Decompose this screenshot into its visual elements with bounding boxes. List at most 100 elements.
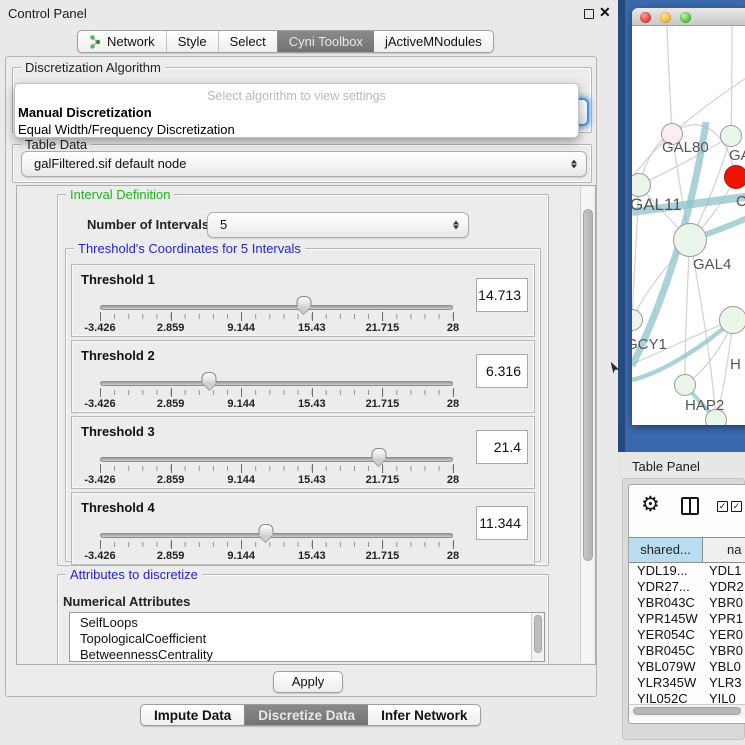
cell[interactable]: YDR27... bbox=[629, 579, 703, 595]
table-row[interactable]: YLR345WYLR3 bbox=[629, 675, 745, 691]
major-tick bbox=[453, 540, 454, 549]
tab-label: jActiveMNodules bbox=[385, 34, 482, 49]
threshold-value-field[interactable] bbox=[476, 278, 528, 312]
close-icon[interactable]: ✕ bbox=[599, 4, 611, 21]
cell[interactable]: YBR0 bbox=[703, 595, 745, 611]
list-item[interactable]: TopologicalCoefficient bbox=[80, 631, 544, 647]
columns-icon[interactable] bbox=[681, 497, 699, 515]
zoom-traffic-light-icon[interactable] bbox=[680, 12, 691, 23]
network-node[interactable] bbox=[720, 125, 742, 147]
cell[interactable]: YBR0 bbox=[703, 643, 745, 659]
slider-thumb[interactable] bbox=[371, 448, 386, 465]
cell[interactable]: YBR043C bbox=[629, 595, 703, 611]
slider-thumb[interactable] bbox=[296, 296, 311, 313]
tick-label: 2.859 bbox=[157, 550, 185, 562]
scrollbar-thumb[interactable] bbox=[633, 707, 741, 715]
table-row[interactable]: YDR27...YDR2 bbox=[629, 579, 745, 595]
cell[interactable]: YLR3 bbox=[703, 675, 745, 691]
tab-label: Style bbox=[178, 34, 207, 49]
group-title: Discretization Algorithm bbox=[21, 61, 165, 74]
threshold-value-field[interactable] bbox=[476, 354, 528, 388]
network-node-selected[interactable] bbox=[724, 165, 745, 189]
cell[interactable]: YPR145W bbox=[629, 611, 703, 627]
column-header-shared[interactable]: shared... bbox=[629, 538, 703, 562]
cell[interactable]: YDL1 bbox=[703, 563, 745, 579]
slider-track[interactable] bbox=[100, 305, 453, 310]
network-window-titlebar[interactable] bbox=[632, 8, 745, 26]
table-data-combobox[interactable]: galFiltered.sif default node bbox=[21, 151, 587, 177]
network-node[interactable] bbox=[719, 306, 745, 334]
cell[interactable]: YER054C bbox=[629, 627, 703, 643]
close-traffic-light-icon[interactable] bbox=[640, 12, 651, 23]
threshold-3-slider[interactable]: -3.4262.8599.14415.4321.71528 bbox=[100, 417, 453, 488]
tab-network[interactable]: Network bbox=[78, 31, 166, 52]
major-tick bbox=[382, 464, 383, 473]
apply-button[interactable]: Apply bbox=[273, 671, 343, 693]
gear-icon[interactable]: ⚙ bbox=[641, 492, 660, 517]
table-row[interactable]: YPR145WYPR1 bbox=[629, 611, 745, 627]
threshold-1-slider[interactable]: -3.4262.8599.14415.4321.71528 bbox=[100, 265, 453, 336]
cell[interactable]: YBL0 bbox=[703, 659, 745, 675]
table-row[interactable]: YER054CYER0 bbox=[629, 627, 745, 643]
float-window-icon[interactable] bbox=[584, 9, 594, 19]
network-node[interactable] bbox=[674, 374, 696, 396]
network-canvas[interactable]: GAL80 GA GAL11 GAL4 GCY1 H HAP2 C bbox=[632, 26, 745, 425]
network-node[interactable] bbox=[673, 223, 707, 257]
tick-label: -3.426 bbox=[84, 322, 115, 334]
threshold-value-field[interactable] bbox=[476, 506, 528, 540]
network-window: GAL80 GA GAL11 GAL4 GCY1 H HAP2 C bbox=[632, 8, 745, 425]
tick-label: 15.43 bbox=[298, 550, 326, 562]
checkbox-icon[interactable]: ✓ bbox=[717, 501, 728, 512]
slider-track[interactable] bbox=[100, 381, 453, 386]
table-row[interactable]: YDL19...YDL1 bbox=[629, 563, 745, 579]
cell[interactable]: YIL0 bbox=[703, 691, 745, 703]
cell[interactable]: YLR345W bbox=[629, 675, 703, 691]
cell[interactable]: YDL19... bbox=[629, 563, 703, 579]
cell[interactable]: YPR1 bbox=[703, 611, 745, 627]
tab-impute-data[interactable]: Impute Data bbox=[141, 705, 244, 725]
tab-jactivemnodules[interactable]: jActiveMNodules bbox=[374, 31, 493, 52]
cell[interactable]: YBR045C bbox=[629, 643, 703, 659]
cell[interactable]: YIL052C bbox=[629, 691, 703, 703]
minimize-traffic-light-icon[interactable] bbox=[660, 12, 671, 23]
checkbox-icon[interactable]: ✓ bbox=[731, 501, 742, 512]
table-horizontal-scrollbar[interactable] bbox=[629, 704, 745, 717]
column-header-name[interactable]: na bbox=[703, 538, 745, 562]
table-row[interactable]: YBR043CYBR0 bbox=[629, 595, 745, 611]
threshold-4-slider[interactable]: -3.4262.8599.14415.4321.71528 bbox=[100, 493, 453, 564]
slider-thumb[interactable] bbox=[202, 372, 217, 389]
slider-track[interactable] bbox=[100, 533, 453, 538]
list-item[interactable]: SelfLoops bbox=[80, 615, 544, 631]
dropdown-option-manual[interactable]: Manual Discretization bbox=[18, 105, 152, 120]
major-tick bbox=[312, 388, 313, 397]
group-title: Table Data bbox=[21, 138, 91, 151]
table-row[interactable]: YBR045CYBR0 bbox=[629, 643, 745, 659]
dropdown-option-equal-width[interactable]: Equal Width/Frequency Discretization bbox=[18, 122, 235, 137]
cell[interactable]: YER0 bbox=[703, 627, 745, 643]
num-intervals-combobox[interactable]: 5 bbox=[207, 212, 469, 238]
cell[interactable]: YDR2 bbox=[703, 579, 745, 595]
attributes-listbox[interactable]: SelfLoops TopologicalCoefficient Between… bbox=[69, 612, 545, 662]
threshold-2-slider[interactable]: -3.4262.8599.14415.4321.71528 bbox=[100, 341, 453, 412]
table-row[interactable]: YBL079WYBL0 bbox=[629, 659, 745, 675]
tab-select[interactable]: Select bbox=[218, 31, 277, 52]
tab-infer-network[interactable]: Infer Network bbox=[368, 705, 480, 725]
table-rows: YDL19...YDL1 YDR27...YDR2 YBR043CYBR0 YP… bbox=[629, 563, 745, 703]
major-tick bbox=[171, 464, 172, 473]
combo-stepper-icon bbox=[453, 221, 459, 230]
settings-scrollbar[interactable] bbox=[580, 187, 594, 663]
table-toolbar: ⚙ ✓ ✓ bbox=[629, 485, 745, 535]
table-row[interactable]: YIL052CYIL0 bbox=[629, 691, 745, 703]
tab-label: Cyni Toolbox bbox=[289, 34, 363, 49]
tab-style[interactable]: Style bbox=[166, 31, 218, 52]
list-scrollbar[interactable] bbox=[531, 613, 544, 661]
cell[interactable]: YBL079W bbox=[629, 659, 703, 675]
scrollbar-thumb[interactable] bbox=[534, 615, 542, 653]
tab-discretize-data[interactable]: Discretize Data bbox=[244, 705, 368, 725]
slider-track[interactable] bbox=[100, 457, 453, 462]
slider-thumb[interactable] bbox=[258, 524, 273, 541]
scrollbar-thumb[interactable] bbox=[583, 209, 593, 561]
list-item[interactable]: BetweennessCentrality bbox=[80, 647, 544, 662]
threshold-value-field[interactable] bbox=[476, 430, 528, 464]
tab-cyni-toolbox[interactable]: Cyni Toolbox bbox=[277, 31, 374, 52]
